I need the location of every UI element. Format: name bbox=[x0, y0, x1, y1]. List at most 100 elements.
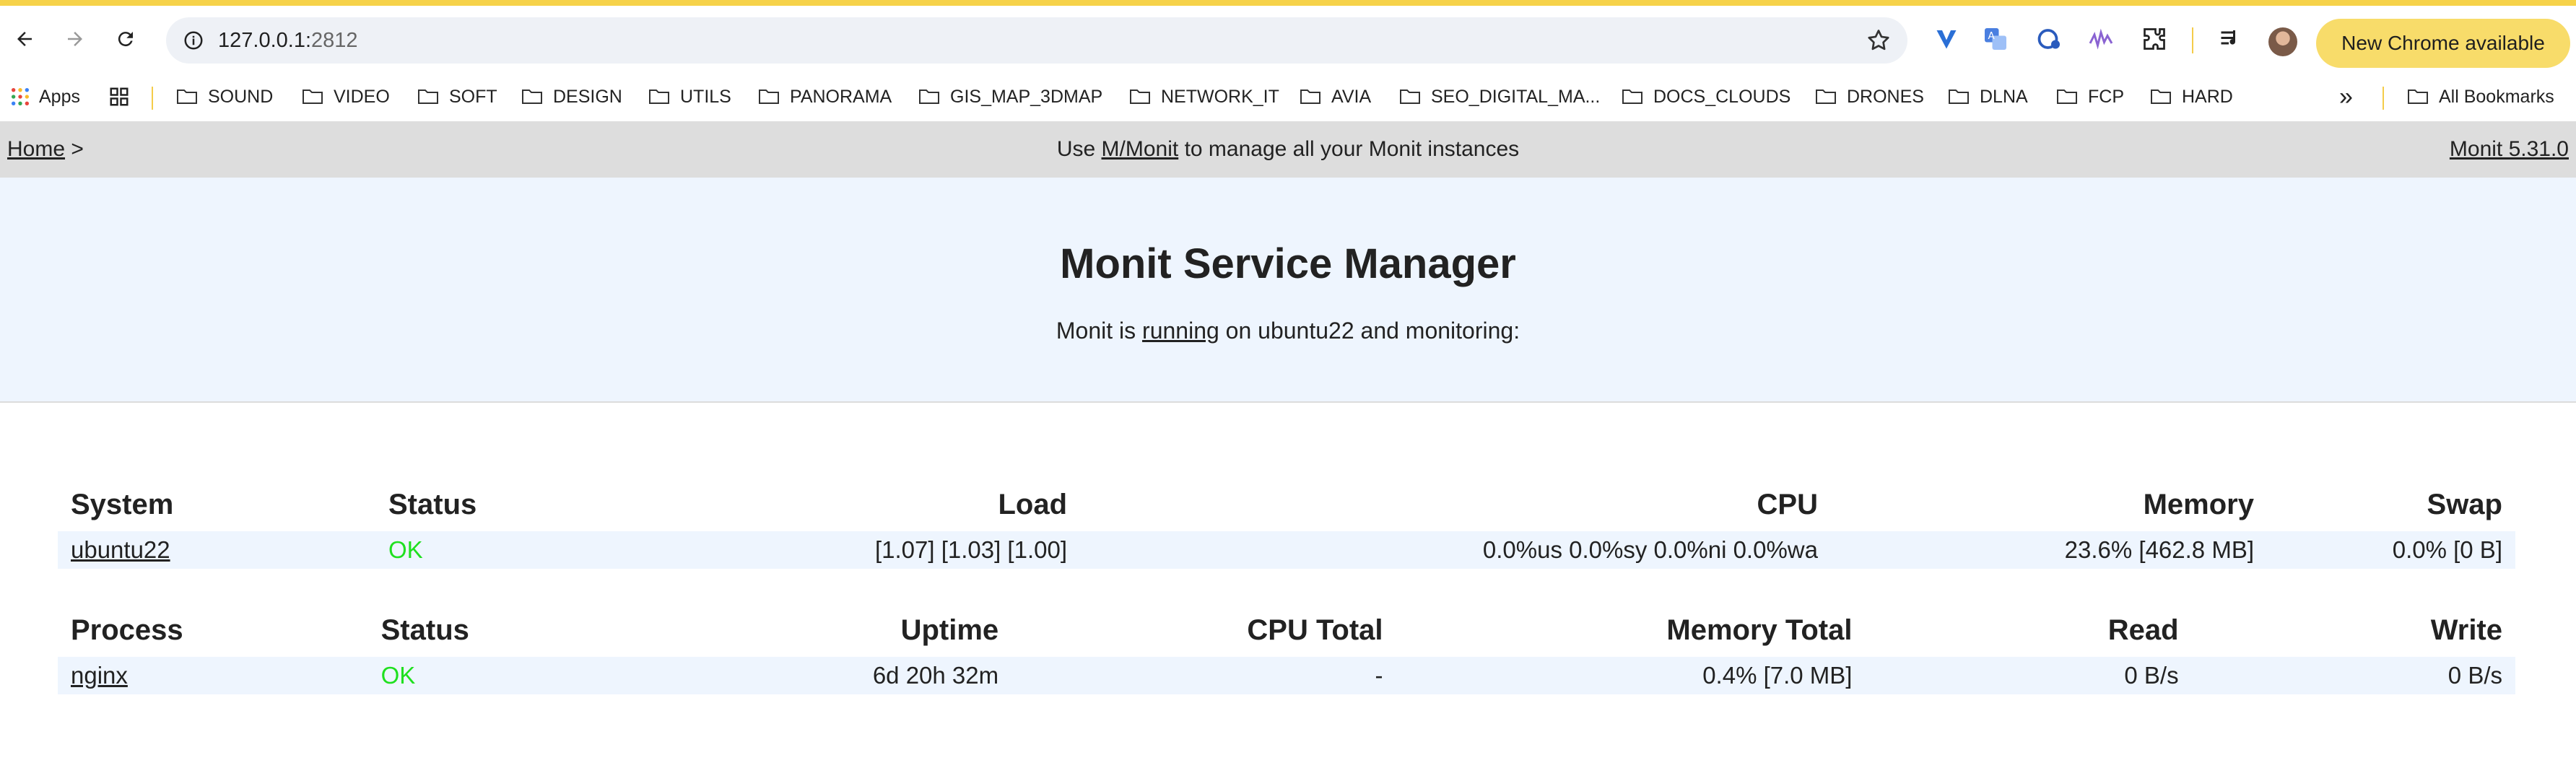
bookmark-folder-network[interactable]: NETWORK_IT bbox=[1129, 72, 1279, 121]
arrow-left-icon bbox=[17, 32, 32, 46]
process-table: Process Status Uptime CPU Total Memory T… bbox=[58, 603, 2515, 694]
back-button[interactable] bbox=[4, 19, 45, 59]
bookmark-folder-seo[interactable]: SEO_DIGITAL_MA... bbox=[1399, 72, 1600, 121]
folder-icon bbox=[1300, 90, 1320, 104]
folder-icon bbox=[2408, 90, 2428, 104]
all-bookmarks-button[interactable]: All Bookmarks bbox=[2407, 72, 2554, 121]
folder-label: PANORAMA bbox=[790, 86, 892, 107]
browser-top-accent bbox=[0, 0, 2576, 6]
folder-label: GIS_MAP_3DMAP bbox=[950, 86, 1103, 107]
bookmarks-overflow-button[interactable]: » bbox=[2339, 72, 2353, 121]
bookmark-folder-video[interactable]: VIDEO bbox=[302, 72, 390, 121]
bookmarks-divider bbox=[152, 87, 153, 110]
running-link[interactable]: running bbox=[1142, 318, 1219, 344]
folder-label: SOUND bbox=[208, 86, 274, 107]
folder-label: DLNA bbox=[1980, 86, 2028, 107]
mmonit-link[interactable]: M/Monit bbox=[1102, 137, 1179, 161]
extension-wave-icon[interactable] bbox=[2087, 25, 2115, 53]
bookmark-folder-drones[interactable]: DRONES bbox=[1815, 72, 1924, 121]
bookmark-folder-avia[interactable]: AVIA bbox=[1300, 72, 1371, 121]
folder-label: AVIA bbox=[1331, 86, 1372, 107]
column-header: CPU bbox=[1757, 488, 1818, 520]
translate-icon[interactable]: A bbox=[1981, 25, 2010, 53]
column-header: Read bbox=[2107, 614, 2179, 646]
folder-label: UTILS bbox=[680, 86, 731, 107]
folder-label: NETWORK_IT bbox=[1161, 86, 1279, 107]
folder-icon bbox=[2057, 90, 2077, 104]
column-header: Uptime bbox=[900, 614, 999, 646]
folder-label: VIDEO bbox=[334, 86, 390, 107]
folder-icon bbox=[177, 90, 197, 104]
column-header: Memory Total bbox=[1666, 614, 1853, 646]
column-header: Memory bbox=[2143, 488, 2254, 520]
bookmark-folder-soft[interactable]: SOFT bbox=[417, 72, 497, 121]
media-control-icon[interactable] bbox=[2216, 25, 2245, 53]
column-header: Status bbox=[380, 614, 469, 646]
folder-icon bbox=[1949, 90, 1969, 104]
folder-icon bbox=[759, 90, 779, 104]
browser-toolbar: 127.0.0.1:2812 A New Chrome available bbox=[0, 6, 2576, 72]
folder-icon bbox=[303, 90, 323, 104]
column-header: CPU Total bbox=[1247, 614, 1383, 646]
apps-label: Apps bbox=[39, 86, 80, 107]
swap-value: 0.0% [0 B] bbox=[2267, 531, 2515, 569]
folder-icon bbox=[919, 90, 939, 104]
bookmark-folder-utils[interactable]: UTILS bbox=[648, 72, 731, 121]
url-port: 2812 bbox=[311, 29, 358, 52]
folder-icon bbox=[1622, 90, 1642, 104]
site-info-icon[interactable] bbox=[179, 26, 208, 55]
subtitle-prefix: Monit is bbox=[1056, 318, 1136, 344]
url-text: 127.0.0.1:2812 bbox=[218, 17, 358, 64]
mmonit-promo: Use M/Monit to manage all your Monit ins… bbox=[0, 121, 2576, 178]
bookmark-folder-design[interactable]: DESIGN bbox=[521, 72, 622, 121]
table-row: ubuntu22 OK [1.07] [1.03] [1.00] 0.0%us … bbox=[58, 531, 2515, 569]
folder-icon bbox=[418, 90, 438, 104]
page-title: Monit Service Manager bbox=[1060, 240, 1516, 287]
bookmark-folder-sound[interactable]: SOUND bbox=[176, 72, 273, 121]
column-header: System bbox=[71, 488, 174, 520]
column-header: Status bbox=[388, 488, 477, 520]
arrow-right-icon bbox=[68, 32, 82, 46]
address-bar[interactable]: 127.0.0.1:2812 bbox=[166, 17, 1907, 64]
bookmark-folder-docs[interactable]: DOCS_CLOUDS bbox=[1622, 72, 1790, 121]
read-value: 0 B/s bbox=[1865, 657, 2192, 694]
toolbar-divider bbox=[2192, 27, 2193, 53]
memory-value: 23.6% [462.8 MB] bbox=[1831, 531, 2267, 569]
extensions-puzzle-icon[interactable] bbox=[2140, 25, 2169, 53]
cpu-total-value: - bbox=[1011, 657, 1396, 694]
folder-icon bbox=[1816, 90, 1836, 104]
bookmark-folder-fcp[interactable]: FCP bbox=[2056, 72, 2124, 121]
forward-button[interactable] bbox=[55, 19, 95, 59]
status-badge: OK bbox=[367, 657, 567, 694]
memory-total-value: 0.4% [7.0 MB] bbox=[1396, 657, 1866, 694]
promo-suffix: to manage all your Monit instances bbox=[1184, 137, 1520, 161]
bookmark-folder-dlna[interactable]: DLNA bbox=[1948, 72, 2028, 121]
bookmark-star-icon[interactable] bbox=[1866, 27, 1892, 53]
folder-icon bbox=[2151, 90, 2171, 104]
extension-clock-icon[interactable] bbox=[2035, 25, 2063, 53]
process-name-link[interactable]: nginx bbox=[71, 662, 128, 689]
all-bookmarks-label: All Bookmarks bbox=[2439, 86, 2554, 107]
status-badge: OK bbox=[375, 531, 578, 569]
reload-button[interactable] bbox=[105, 19, 146, 59]
bookmarks-divider bbox=[2383, 87, 2384, 110]
write-value: 0 B/s bbox=[2191, 657, 2515, 694]
tab-groups-icon[interactable] bbox=[108, 72, 130, 121]
hero-banner: Monit Service Manager Monit is running o… bbox=[0, 178, 2576, 403]
table-row: nginx OK 6d 20h 32m - 0.4% [7.0 MB] 0 B/… bbox=[58, 657, 2515, 694]
hero-subtitle: Monit is running on ubuntu22 and monitor… bbox=[0, 318, 2576, 344]
folder-label: DRONES bbox=[1847, 86, 1924, 107]
folder-label: HARD bbox=[2182, 86, 2233, 107]
bookmark-folder-gis[interactable]: GIS_MAP_3DMAP bbox=[918, 72, 1102, 121]
profile-avatar[interactable] bbox=[2268, 27, 2297, 56]
load-value: [1.07] [1.03] [1.00] bbox=[578, 531, 1080, 569]
monit-version-link[interactable]: Monit 5.31.0 bbox=[2450, 137, 2569, 161]
system-name-link[interactable]: ubuntu22 bbox=[71, 536, 170, 563]
folder-icon bbox=[649, 90, 669, 104]
extension-v-icon[interactable] bbox=[1932, 25, 1961, 53]
new-chrome-available-button[interactable]: New Chrome available bbox=[2316, 19, 2570, 68]
bookmark-apps[interactable]: Apps bbox=[10, 72, 80, 121]
reload-icon bbox=[118, 32, 133, 47]
bookmark-folder-hard[interactable]: HARD bbox=[2150, 72, 2233, 121]
bookmark-folder-panorama[interactable]: PANORAMA bbox=[758, 72, 892, 121]
